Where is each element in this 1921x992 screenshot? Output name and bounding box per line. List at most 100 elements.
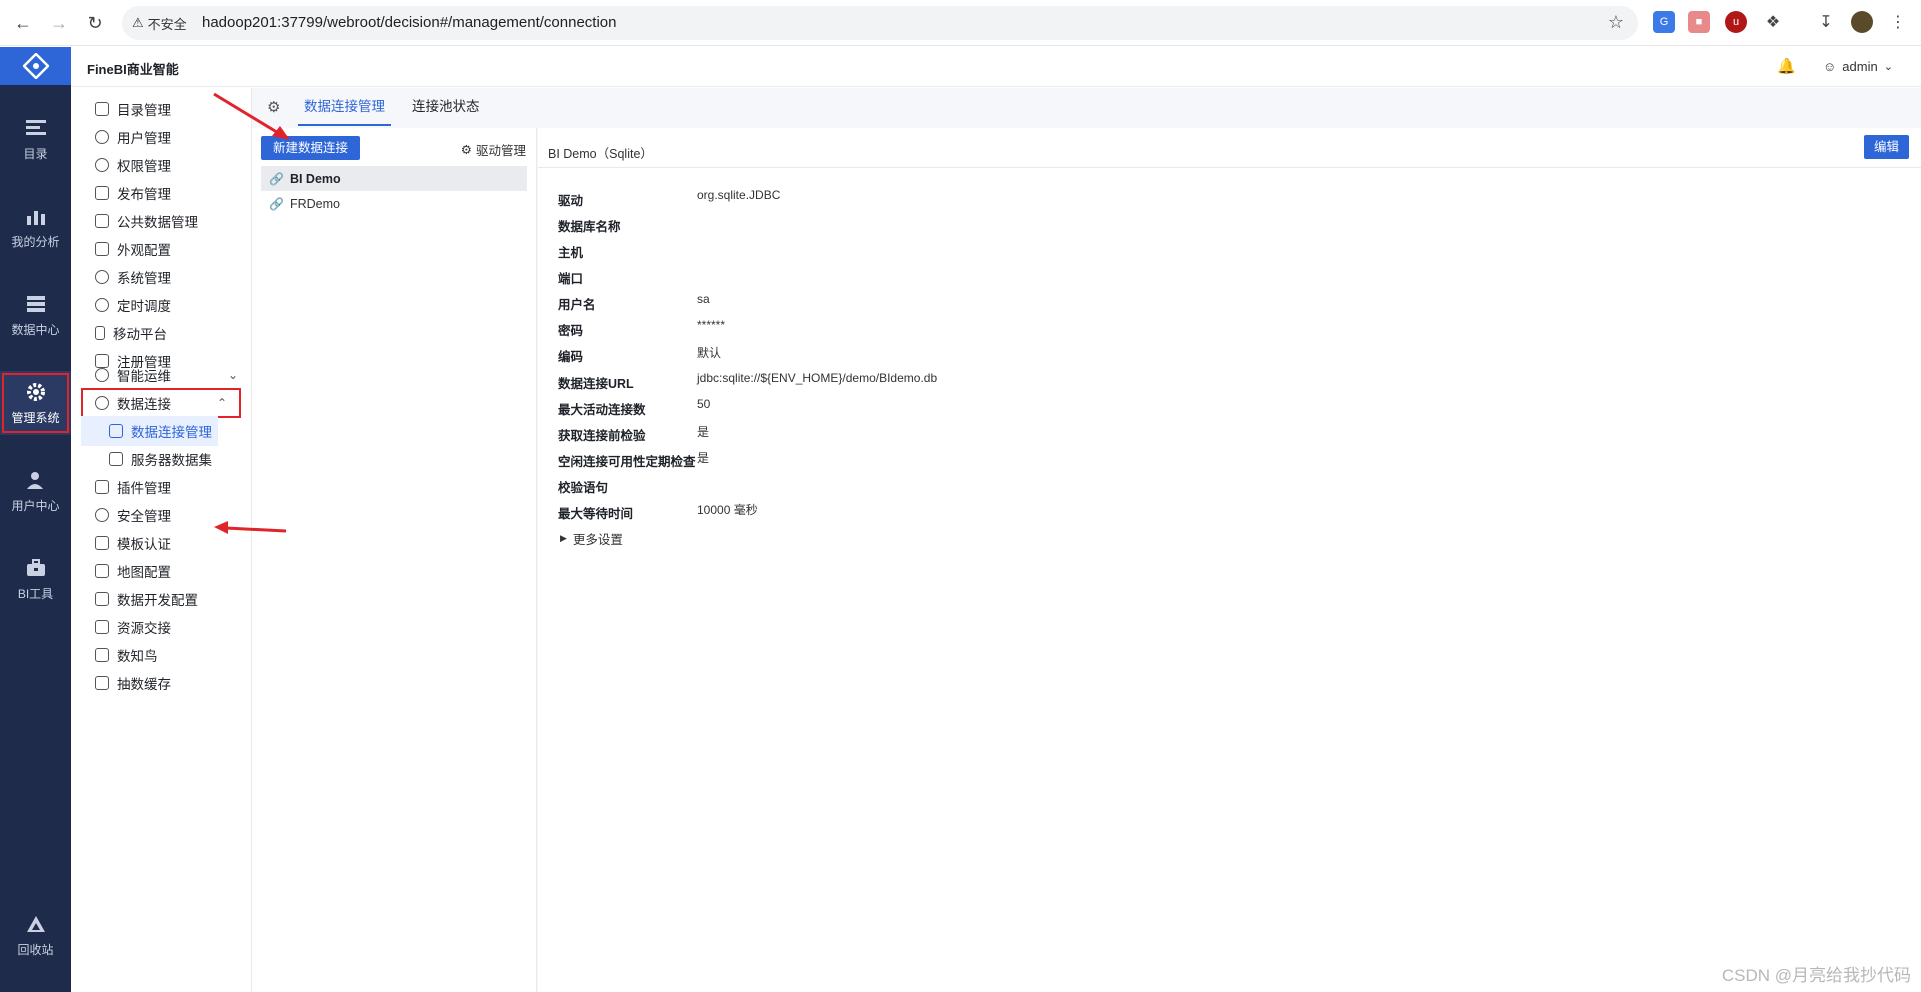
field-label: 编码 <box>558 350 584 364</box>
chevron-down-icon: ⌄ <box>227 368 238 382</box>
connection-item-bi-demo[interactable]: 🔗 BI Demo <box>261 166 527 191</box>
field-label: 最大活动连接数 <box>558 403 646 417</box>
menu-item-permission-mgmt[interactable]: 权限管理 <box>71 150 252 180</box>
shield-icon <box>95 158 109 172</box>
edit-button[interactable]: 编辑 <box>1863 135 1909 159</box>
field-value: jdbc:sqlite://${ENV_HOME}/demo/BIdemo.db <box>697 371 938 385</box>
menu-item-label: 安全管理 <box>117 509 171 524</box>
browser-menu-icon[interactable]: ⋮ <box>1887 11 1909 33</box>
menu-item-label: 服务器数据集 <box>131 453 212 468</box>
app-header: FineBI商业智能 🔔 ☺ admin ⌄ <box>71 47 1921 87</box>
menu-item-extract-cache[interactable]: 抽数缓存 <box>71 668 252 698</box>
download-icon[interactable]: ↧ <box>1815 11 1837 33</box>
rail-item-bi-tools[interactable]: BI工具 <box>0 547 71 611</box>
rail-item-label: 我的分析 <box>11 234 60 249</box>
logo-icon <box>22 53 49 79</box>
connection-list-panel: 新建数据连接 ⚙ 驱动管理 🔗 BI Demo 🔗 FRDemo <box>252 128 537 992</box>
menu-item-data-connection-mgmt[interactable]: 数据连接管理 <box>81 416 218 446</box>
menu-item-label: 数据开发配置 <box>117 593 198 608</box>
menu-item-data-connection[interactable]: 数据连接 ⌃ <box>81 388 241 418</box>
field-value: 10000 毫秒 <box>697 503 758 517</box>
menu-item-data-dev-config[interactable]: 数据开发配置 <box>71 584 252 614</box>
gear-icon: ⚙ <box>460 143 472 157</box>
notification-bell-icon[interactable]: 🔔 <box>1777 57 1796 75</box>
menu-item-label: 智能运维 <box>117 369 171 384</box>
menu-item-resource-handover[interactable]: 资源交接 <box>71 612 252 642</box>
rail-item-recycle-bin[interactable]: 回收站 <box>0 903 71 967</box>
menu-item-label: 模板认证 <box>117 537 171 552</box>
menu-item-intelligent-ops[interactable]: 智能运维 ⌄ <box>71 360 252 390</box>
publish-icon <box>95 186 109 200</box>
menu-item-mobile-platform[interactable]: 移动平台 <box>71 318 252 348</box>
database-icon <box>25 293 47 315</box>
connection-item-frdemo[interactable]: 🔗 FRDemo <box>261 191 527 216</box>
menu-item-scheduling[interactable]: 定时调度 <box>71 290 252 320</box>
annotation-arrow-menu-item <box>214 521 287 534</box>
product-title: FineBI商业智能 <box>87 62 179 77</box>
recycle-icon <box>25 913 47 935</box>
menu-item-label: 地图配置 <box>117 565 171 580</box>
shield-icon <box>95 508 109 522</box>
extension-icon[interactable]: ■ <box>1688 11 1710 33</box>
rail-item-my-analysis[interactable]: 我的分析 <box>0 195 71 259</box>
field-label: 数据连接URL <box>558 377 634 391</box>
toolbox-icon <box>25 557 47 579</box>
menu-item-label: 数据连接 <box>117 397 171 412</box>
translate-extension-icon[interactable]: G <box>1653 11 1675 33</box>
bookmark-star-icon[interactable]: ☆ <box>1608 12 1624 33</box>
address-bar[interactable]: ⚠ 不安全 hadoop201:37799/webroot/decision#/… <box>122 6 1638 40</box>
briefcase-icon <box>95 214 109 228</box>
field-label: 数据库名称 <box>558 220 621 234</box>
menu-item-server-dataset[interactable]: 服务器数据集 <box>71 444 252 474</box>
menu-item-plugin-mgmt[interactable]: 插件管理 <box>71 472 252 502</box>
paint-roller-icon <box>95 242 109 256</box>
field-label: 最大等待时间 <box>558 507 634 521</box>
rail-item-label: 用户中心 <box>11 498 60 513</box>
rail-item-user-center[interactable]: 用户中心 <box>0 459 71 523</box>
annotation-arrow-new-connection <box>213 92 290 140</box>
back-icon[interactable]: ← <box>12 12 34 34</box>
field-label: 获取连接前检验 <box>558 429 646 443</box>
field-label: 端口 <box>558 272 584 286</box>
menu-item-label: 公共数据管理 <box>117 215 198 230</box>
field-label: 驱动 <box>558 194 584 208</box>
driver-mgmt-button[interactable]: ⚙ 驱动管理 <box>461 140 526 159</box>
rail-item-label: 目录 <box>23 146 48 161</box>
rail-item-management[interactable]: 管理系统 <box>0 371 71 435</box>
extensions-puzzle-icon[interactable]: ❖ <box>1762 11 1784 33</box>
field-label: 校验语句 <box>558 481 609 495</box>
map-icon <box>95 564 109 578</box>
rail-item-data-center[interactable]: 数据中心 <box>0 283 71 347</box>
ublock-extension-icon[interactable]: u <box>1725 11 1747 33</box>
field-value: org.sqlite.JDBC <box>697 188 781 202</box>
copy-icon <box>95 648 109 662</box>
chevron-up-icon: ⌃ <box>216 396 227 410</box>
menu-item-system-mgmt[interactable]: 系统管理 <box>71 262 252 292</box>
menu-item-appearance-config[interactable]: 外观配置 <box>71 234 252 264</box>
tab-connection-pool-status[interactable]: 连接池状态 <box>406 88 486 126</box>
field-value: ****** <box>697 318 726 332</box>
field-value: 是 <box>697 451 710 465</box>
app-logo[interactable] <box>0 47 71 85</box>
menu-item-label: 权限管理 <box>117 159 171 174</box>
insecure-indicator[interactable]: ⚠ 不安全 <box>132 14 187 32</box>
menu-item-label: 发布管理 <box>117 187 171 202</box>
watermark: CSDN @月亮给我抄代码 <box>1721 966 1911 985</box>
menu-item-shuzhiniao[interactable]: 数知鸟 <box>71 640 252 670</box>
rail-item-catalog[interactable]: 目录 <box>0 107 71 171</box>
more-settings-toggle[interactable]: ▶ 更多设置 <box>560 529 623 548</box>
connection-detail-panel: BI Demo（Sqlite） 编辑 驱动 org.sqlite.JDBC 数据… <box>538 128 1921 992</box>
profile-avatar[interactable] <box>1851 11 1873 33</box>
chevron-down-icon: ⌄ <box>1883 61 1893 73</box>
url-text[interactable]: hadoop201:37799/webroot/decision#/manage… <box>202 14 616 31</box>
forward-icon[interactable]: → <box>48 12 70 34</box>
link-icon: 🔗 <box>269 196 284 211</box>
menu-item-public-data-mgmt[interactable]: 公共数据管理 <box>71 206 252 236</box>
user-menu[interactable]: ☺ admin ⌄ <box>1823 59 1893 74</box>
link-icon: 🔗 <box>269 171 284 186</box>
reload-icon[interactable]: ↻ <box>84 12 106 34</box>
rail-item-label: 回收站 <box>17 942 54 957</box>
menu-item-publish-mgmt[interactable]: 发布管理 <box>71 178 252 208</box>
connection-name: BI Demo <box>289 171 341 186</box>
menu-item-map-config[interactable]: 地图配置 <box>71 556 252 586</box>
